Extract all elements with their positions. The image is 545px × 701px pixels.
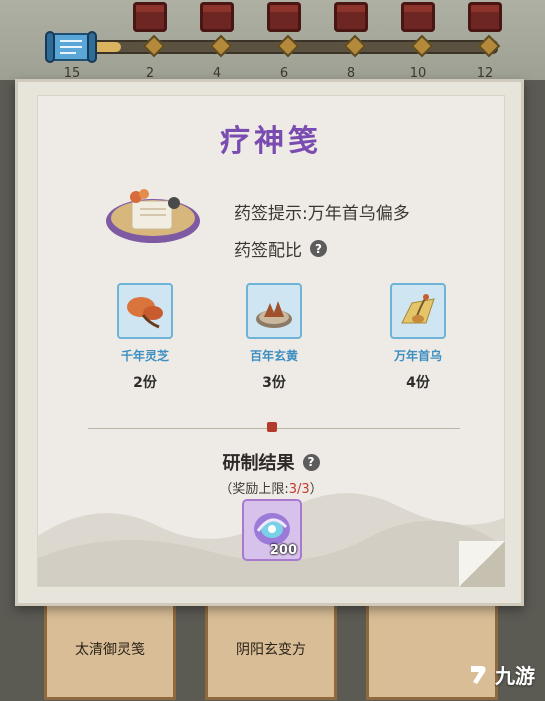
modal-title: 疗神笺 xyxy=(220,124,322,159)
watermark-text: 九游 xyxy=(495,664,535,688)
herb-qty: 3份 xyxy=(262,375,286,391)
xuanhuang-icon xyxy=(256,301,292,328)
help-icon[interactable]: ? xyxy=(302,453,320,471)
herb-slot[interactable] xyxy=(390,283,446,339)
recipe-card-label: 太清御灵笺 xyxy=(75,642,145,658)
reward-count: 200 xyxy=(269,543,297,558)
herb-qty: 2份 xyxy=(133,375,157,391)
reward-cap-suffix: ） xyxy=(309,482,323,497)
top-band: 15 2 4 6 8 10 12 xyxy=(0,0,545,81)
herb-qty: 4份 xyxy=(406,375,430,391)
result-title: 研制结果 xyxy=(222,453,295,474)
herb-name: 千年灵芝 xyxy=(120,349,169,363)
reward-chest-icon[interactable] xyxy=(200,2,234,32)
herb-name: 百年玄黄 xyxy=(249,349,298,363)
scroll-icon[interactable] xyxy=(44,28,98,66)
recipe-card-taiqing[interactable]: 太清御灵笺 xyxy=(44,600,176,700)
recipe-modal: 疗神笺 药签提示:万年首乌偏多 药签配比 ? 千年灵芝 2份 百年玄黄 3份 万… xyxy=(15,79,524,606)
shouwu-icon xyxy=(401,294,435,324)
herb-slot[interactable] xyxy=(117,283,173,339)
herb-xuanhuang[interactable]: 百年玄黄 3份 xyxy=(224,283,324,392)
seal-icon xyxy=(267,422,277,432)
reward-chest-icon[interactable] xyxy=(334,2,368,32)
modal-paper: 疗神笺 药签提示:万年首乌偏多 药签配比 ? 千年灵芝 2份 百年玄黄 3份 万… xyxy=(37,95,505,587)
herb-slot[interactable] xyxy=(246,283,302,339)
reward-chest-icon[interactable] xyxy=(468,2,502,32)
reward-chest-icon[interactable] xyxy=(267,2,301,32)
watermark-logo: 九游 xyxy=(465,660,535,689)
dish-icon xyxy=(106,189,200,243)
help-icon[interactable]: ? xyxy=(310,240,327,257)
ratio-row: 药签配比 ? xyxy=(234,236,327,261)
recipe-card-label: 阴阳玄变方 xyxy=(236,642,306,658)
reward-chest-icon[interactable] xyxy=(401,2,435,32)
reward-chest-icon[interactable] xyxy=(133,2,167,32)
lingzhi-icon xyxy=(127,297,163,329)
recipe-hint: 药签提示:万年首乌偏多 xyxy=(234,204,410,224)
reward-cap: （奖励上限:3/3） xyxy=(38,478,504,497)
recipe-card-yinyang[interactable]: 阴阳玄变方 xyxy=(205,600,337,700)
ninegame-logo-icon xyxy=(471,665,486,684)
herb-name: 万年首乌 xyxy=(393,349,442,363)
reward-cap-value: 3/3 xyxy=(288,482,310,497)
reward-item[interactable]: 200 xyxy=(242,499,302,561)
page-curl xyxy=(459,541,505,587)
ratio-label: 药签配比 xyxy=(234,241,302,261)
reward-cap-prefix: （奖励上限: xyxy=(219,482,289,497)
result-heading: 研制结果 ? xyxy=(38,449,504,475)
herb-lingzhi[interactable]: 千年灵芝 2份 xyxy=(95,283,195,392)
herb-shouwu[interactable]: 万年首乌 4份 xyxy=(368,283,468,392)
